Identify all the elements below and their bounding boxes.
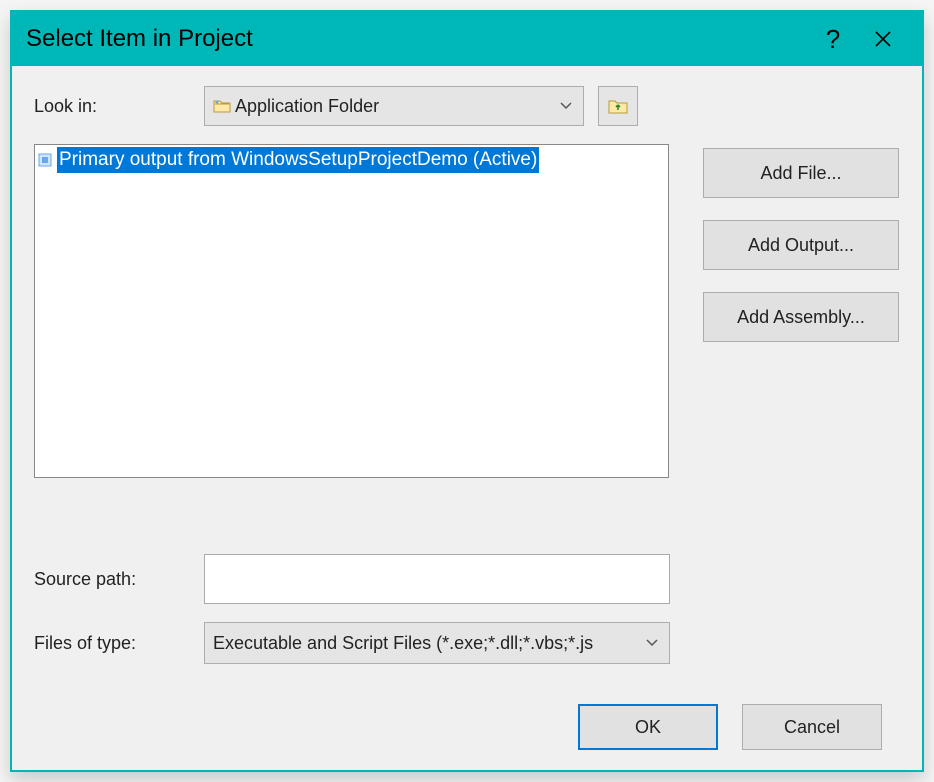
dialog-title: Select Item in Project bbox=[26, 25, 808, 53]
footer-buttons: OK Cancel bbox=[34, 704, 900, 750]
help-button[interactable]: ? bbox=[808, 19, 858, 59]
middle-area: Primary output from WindowsSetupProjectD… bbox=[34, 144, 900, 530]
titlebar: Select Item in Project ? bbox=[12, 12, 922, 66]
list-item-text: Primary output from WindowsSetupProjectD… bbox=[57, 147, 539, 173]
add-file-button[interactable]: Add File... bbox=[703, 148, 899, 198]
look-in-value: Application Folder bbox=[235, 96, 379, 117]
files-of-type-label: Files of type: bbox=[34, 633, 204, 654]
add-output-button[interactable]: Add Output... bbox=[703, 220, 899, 270]
close-icon bbox=[874, 30, 892, 48]
list-item[interactable]: Primary output from WindowsSetupProjectD… bbox=[37, 147, 666, 173]
side-buttons: Add File... Add Output... Add Assembly..… bbox=[703, 144, 899, 530]
output-icon bbox=[37, 152, 53, 168]
dialog-window: Select Item in Project ? Look in: Applic… bbox=[10, 10, 924, 772]
up-one-level-button[interactable] bbox=[598, 86, 638, 126]
folder-icon bbox=[213, 98, 231, 114]
files-of-type-row: Files of type: Executable and Script Fil… bbox=[34, 622, 900, 664]
source-path-row: Source path: bbox=[34, 554, 900, 604]
files-of-type-combo[interactable]: Executable and Script Files (*.exe;*.dll… bbox=[204, 622, 670, 664]
ok-button[interactable]: OK bbox=[578, 704, 718, 750]
chevron-down-icon bbox=[559, 101, 573, 111]
close-button[interactable] bbox=[858, 19, 908, 59]
files-of-type-value: Executable and Script Files (*.exe;*.dll… bbox=[213, 633, 593, 654]
chevron-down-icon bbox=[645, 638, 659, 648]
item-listbox[interactable]: Primary output from WindowsSetupProjectD… bbox=[34, 144, 669, 478]
source-path-label: Source path: bbox=[34, 569, 204, 590]
look-in-row: Look in: Application Folder bbox=[34, 86, 900, 126]
look-in-combo[interactable]: Application Folder bbox=[204, 86, 584, 126]
add-assembly-button[interactable]: Add Assembly... bbox=[703, 292, 899, 342]
source-path-input[interactable] bbox=[204, 554, 670, 604]
look-in-label: Look in: bbox=[34, 96, 204, 117]
dialog-body: Look in: Application Folder bbox=[12, 66, 922, 770]
folder-up-icon bbox=[608, 97, 628, 115]
cancel-button[interactable]: Cancel bbox=[742, 704, 882, 750]
